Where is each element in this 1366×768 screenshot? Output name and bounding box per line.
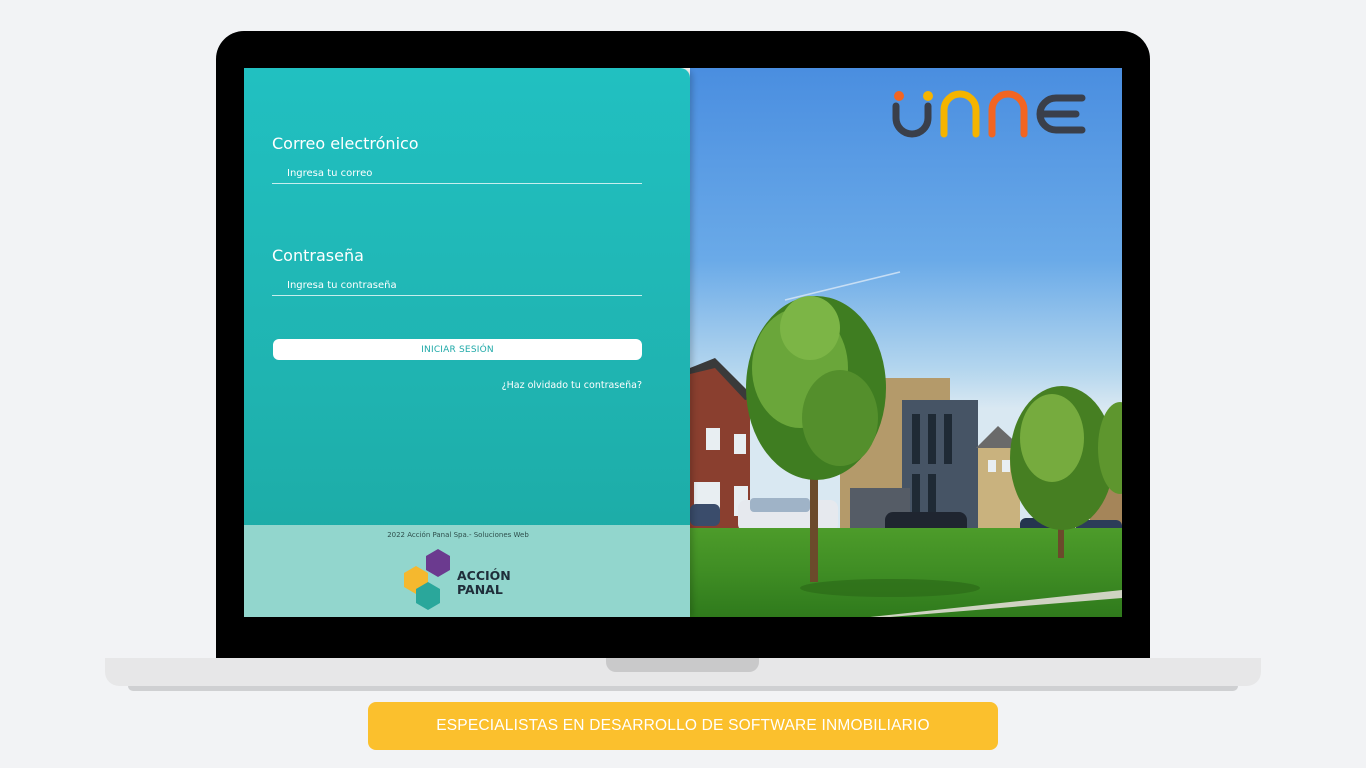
login-footer: 2022 Acción Panal Spa.- Soluciones Web A… [244, 525, 690, 617]
laptop-foot [128, 686, 1238, 691]
unne-logo [890, 90, 1088, 142]
login-panel: Correo electrónico Contraseña INICIAR SE… [244, 68, 690, 617]
accion-panal-logo: ACCIÓN PANAL [402, 549, 517, 613]
unne-logo-icon [892, 90, 1086, 138]
copyright-text: 2022 Acción Panal Spa.- Soluciones Web [387, 531, 529, 539]
forgot-password-link[interactable]: ¿Haz olvidado tu contraseña? [502, 380, 642, 391]
hero-photo [690, 68, 1122, 617]
login-button[interactable]: INICIAR SESIÓN [273, 339, 642, 360]
trees-image [746, 296, 1122, 617]
tagline-banner: ESPECIALISTAS EN DESARROLLO DE SOFTWARE … [368, 702, 998, 750]
password-field[interactable] [272, 276, 642, 296]
email-label: Correo electrónico [272, 134, 419, 153]
laptop-notch [606, 658, 759, 672]
laptop-screen: Correo electrónico Contraseña INICIAR SE… [244, 68, 1122, 617]
partner-name: ACCIÓN PANAL [457, 568, 511, 597]
email-field[interactable] [272, 164, 642, 184]
password-label: Contraseña [272, 246, 364, 265]
hexagon-logo-icon [404, 549, 450, 610]
